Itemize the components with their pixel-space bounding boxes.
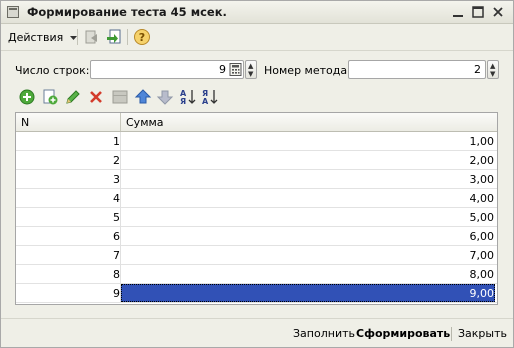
form-window: Формирование теста 45 мсек. Действия ? Ч… (0, 0, 514, 348)
method-number-value: 2 (474, 63, 481, 76)
close-button[interactable]: Закрыть (458, 327, 507, 340)
data-table[interactable]: N Сумма 1 1,00 2 2,00 3 3,00 4 4,00 5 5,00 6 6,00 7 7… (15, 112, 498, 305)
table-row[interactable]: 5 5,00 (16, 208, 497, 227)
form-icon (7, 6, 19, 18)
rows-count-label: Число строк: (15, 64, 90, 77)
rows-count-stepper[interactable]: ▲ ▼ (245, 60, 257, 79)
cell-sum[interactable]: 6,00 (120, 230, 495, 243)
bottom-bar: Заполнить Сформировать Закрыть (1, 318, 513, 348)
table-row[interactable]: 2 2,00 (16, 151, 497, 170)
cell-n[interactable]: 2 (16, 154, 120, 167)
cell-n[interactable]: 1 (16, 135, 120, 148)
cell-sum[interactable]: 7,00 (120, 249, 495, 262)
table-row[interactable]: 3 3,00 (16, 170, 497, 189)
table-row[interactable]: 9 9,00 (16, 284, 497, 303)
delete-row-icon[interactable] (87, 88, 105, 106)
fill-button[interactable]: Заполнить (293, 327, 355, 340)
cell-n[interactable]: 7 (16, 249, 120, 262)
toolbar-separator (127, 29, 128, 45)
cell-sum[interactable]: 3,00 (120, 173, 495, 186)
table-row[interactable]: 6 6,00 (16, 227, 497, 246)
export-icon[interactable] (105, 28, 123, 46)
rows-count-input[interactable]: 9 (90, 60, 244, 79)
method-number-label: Номер метода: (264, 64, 351, 77)
table-row[interactable]: 4 4,00 (16, 189, 497, 208)
column-header-n[interactable]: N (21, 116, 29, 129)
actions-menu[interactable]: Действия (8, 31, 77, 44)
cell-n[interactable]: 4 (16, 192, 120, 205)
sort-ascending-icon[interactable]: А Я (179, 88, 197, 106)
calculator-icon[interactable] (228, 62, 243, 77)
title-bar: Формирование теста 45 мсек. (1, 1, 513, 24)
close-icon[interactable] (490, 4, 506, 20)
move-up-icon[interactable] (134, 88, 152, 106)
svg-text:А: А (202, 97, 209, 106)
edit-row-icon[interactable] (64, 88, 82, 106)
table-row[interactable]: 1 1,00 (16, 132, 497, 151)
end-edit-icon[interactable] (111, 88, 129, 106)
chevron-down-icon (69, 36, 77, 40)
generate-button[interactable]: Сформировать (356, 327, 450, 340)
copy-row-icon[interactable] (41, 88, 59, 106)
cell-n[interactable]: 5 (16, 211, 120, 224)
actions-menu-label: Действия (8, 31, 64, 44)
import-icon[interactable] (83, 28, 101, 46)
toolbar-separator (77, 29, 78, 45)
spin-up-icon[interactable]: ▲ (248, 63, 253, 70)
method-number-stepper[interactable]: ▲ ▼ (487, 60, 499, 79)
minimize-icon[interactable] (450, 4, 466, 20)
cell-sum[interactable]: 4,00 (120, 192, 495, 205)
cell-sum[interactable]: 5,00 (120, 211, 495, 224)
sort-descending-icon[interactable]: Я А (201, 88, 219, 106)
spin-down-icon[interactable]: ▼ (248, 71, 253, 78)
button-separator (451, 327, 452, 341)
move-down-icon[interactable] (156, 88, 174, 106)
cell-sum[interactable]: 1,00 (120, 135, 495, 148)
maximize-icon[interactable] (470, 4, 486, 20)
window-title: Формирование теста 45 мсек. (27, 5, 227, 19)
cell-sum[interactable]: 2,00 (120, 154, 495, 167)
cell-sum[interactable]: 9,00 (120, 287, 495, 300)
svg-text:?: ? (139, 31, 145, 44)
rows-count-value: 9 (219, 63, 226, 76)
table-row[interactable]: 7 7,00 (16, 246, 497, 265)
table-header: N Сумма (16, 113, 497, 132)
spin-up-icon[interactable]: ▲ (490, 63, 495, 70)
table-row[interactable]: 8 8,00 (16, 265, 497, 284)
cell-n[interactable]: 8 (16, 268, 120, 281)
svg-text:Я: Я (180, 97, 186, 106)
help-icon[interactable]: ? (133, 28, 151, 46)
column-divider[interactable] (120, 113, 121, 131)
cell-n[interactable]: 9 (16, 287, 120, 300)
method-number-input[interactable]: 2 (348, 60, 486, 79)
cell-n[interactable]: 3 (16, 173, 120, 186)
spin-down-icon[interactable]: ▼ (490, 71, 495, 78)
add-row-icon[interactable] (18, 88, 36, 106)
top-toolbar: Действия ? (1, 24, 513, 51)
cell-n[interactable]: 6 (16, 230, 120, 243)
cell-sum[interactable]: 8,00 (120, 268, 495, 281)
column-header-sum[interactable]: Сумма (126, 116, 164, 129)
